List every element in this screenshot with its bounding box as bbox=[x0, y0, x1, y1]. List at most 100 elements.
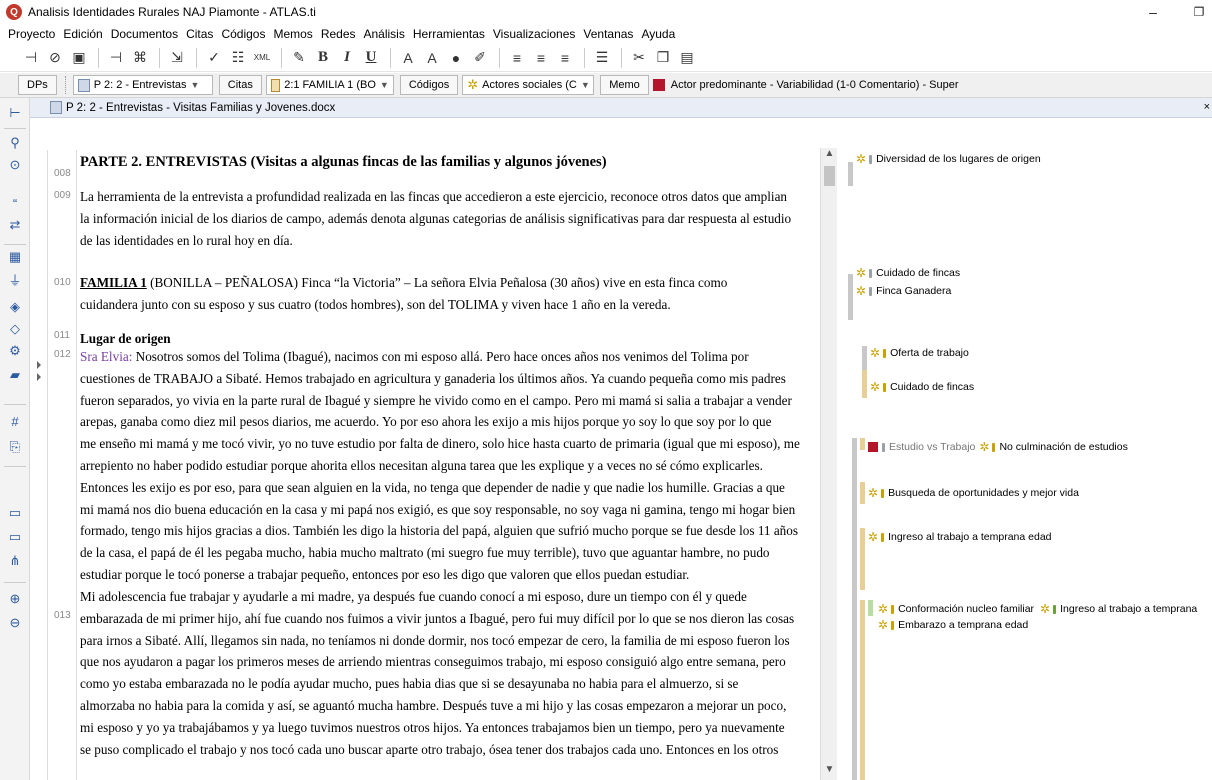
codigos-button[interactable]: Códigos bbox=[399, 75, 459, 95]
code-label[interactable]: ✲ Oferta de trabajo bbox=[870, 346, 969, 360]
color-icon[interactable]: ● bbox=[445, 47, 467, 69]
menu-memos[interactable]: Memos bbox=[269, 27, 316, 41]
counter-icon[interactable]: # bbox=[6, 412, 24, 430]
xml-icon[interactable]: XML bbox=[251, 47, 273, 69]
binoculars-icon[interactable]: ⌘ bbox=[129, 47, 151, 69]
code-color-bar bbox=[891, 604, 895, 614]
paragraph-number: 013 bbox=[54, 610, 71, 621]
italic-button[interactable]: I bbox=[336, 47, 358, 69]
menu-edicion[interactable]: Edición bbox=[59, 27, 106, 41]
quote-bracket[interactable] bbox=[860, 482, 865, 504]
open-icon[interactable]: ⊘ bbox=[44, 47, 66, 69]
report-icon[interactable]: ☷ bbox=[227, 47, 249, 69]
text-line: estudiar porque le tocó ponerse a trabaj… bbox=[80, 566, 690, 582]
pen-icon[interactable]: ✎ bbox=[288, 47, 310, 69]
close-icon[interactable]: × bbox=[1204, 101, 1210, 113]
navigator-bar: DPs P 2: 2 - Entrevistas ▼ Citas 2:1 FAM… bbox=[0, 73, 1212, 98]
network-icon[interactable]: ⋔ bbox=[6, 552, 24, 570]
dps-button[interactable]: DPs bbox=[18, 75, 57, 95]
filter-icon[interactable]: ⏚ bbox=[6, 270, 24, 288]
cut-icon[interactable]: ✂ bbox=[628, 47, 650, 69]
quote-bracket[interactable] bbox=[852, 600, 857, 780]
gear-icon[interactable]: ⚙ bbox=[6, 342, 24, 360]
align-right-icon[interactable]: ≡ bbox=[554, 47, 576, 69]
new-document-icon[interactable]: ⊣ bbox=[20, 47, 42, 69]
menu-documentos[interactable]: Documentos bbox=[107, 27, 182, 41]
menu-redes[interactable]: Redes bbox=[317, 27, 360, 41]
menu-proyecto[interactable]: Proyecto bbox=[4, 27, 59, 41]
code-list-icon[interactable]: ▦ bbox=[6, 248, 24, 266]
vertical-scrollbar[interactable]: ▲ ▼ bbox=[820, 148, 837, 780]
menu-ayuda[interactable]: Ayuda bbox=[637, 27, 679, 41]
code-label[interactable]: Estudio vs Trabajo ✲ No culminación de e… bbox=[868, 440, 1128, 454]
scroll-up-arrow-icon[interactable]: ▲ bbox=[821, 148, 838, 164]
highlight-icon[interactable]: ✐ bbox=[469, 47, 491, 69]
menu-codigos[interactable]: Códigos bbox=[217, 27, 269, 41]
code-label[interactable]: ✲ Cuidado de fincas bbox=[870, 380, 974, 394]
code-label[interactable]: ✲ Busqueda de oportunidades y mejor vida bbox=[868, 486, 1079, 500]
save-icon[interactable]: ▣ bbox=[68, 47, 90, 69]
quote-bracket[interactable] bbox=[848, 162, 853, 186]
quote-bracket[interactable] bbox=[848, 274, 853, 320]
document-text-area[interactable]: PARTE 2. ENTREVISTAS (Visitas a algunas … bbox=[80, 148, 820, 780]
swap-icon[interactable]: ⇄ bbox=[6, 216, 24, 234]
assign-icon[interactable]: ⊣ bbox=[105, 47, 127, 69]
menu-visualizaciones[interactable]: Visualizaciones bbox=[489, 27, 580, 41]
code-label[interactable]: ✲ Diversidad de los lugares de origen bbox=[856, 152, 1041, 166]
export-icon[interactable]: ⇲ bbox=[166, 47, 188, 69]
memo-button[interactable]: Memo bbox=[600, 75, 649, 95]
paste-icon[interactable]: ▤ bbox=[676, 47, 698, 69]
code-label[interactable]: ✲ Embarazo a temprana edad bbox=[878, 618, 1028, 632]
code-combo-value: Actores sociales (C bbox=[482, 79, 577, 91]
link-icon[interactable]: ◇ bbox=[6, 320, 24, 338]
window-icon[interactable]: ▭ bbox=[6, 504, 24, 522]
quote-bracket[interactable] bbox=[868, 600, 873, 616]
quote-bracket[interactable] bbox=[860, 528, 865, 590]
code-label[interactable]: ✲ Finca Ganadera bbox=[856, 284, 951, 298]
align-left-icon[interactable]: ≡ bbox=[506, 47, 528, 69]
bold-button[interactable]: B bbox=[312, 47, 334, 69]
code-label[interactable]: ✲ Conformación nucleo familiar ✲ Ingreso… bbox=[878, 602, 1197, 616]
scroll-thumb[interactable] bbox=[824, 166, 835, 186]
font-size-small-icon[interactable]: A bbox=[421, 47, 443, 69]
tag-icon[interactable]: ◈ bbox=[6, 298, 24, 316]
copy-icon[interactable]: ❐ bbox=[652, 47, 674, 69]
toolbar-separator bbox=[390, 47, 391, 68]
underline-button[interactable]: U bbox=[360, 47, 382, 69]
memo-tool-icon[interactable]: ▰ bbox=[6, 366, 24, 384]
quote-icon bbox=[270, 78, 281, 92]
quote-bracket[interactable] bbox=[860, 600, 865, 780]
list-icon[interactable]: ☰ bbox=[591, 47, 613, 69]
navigate-icon[interactable]: ⊢ bbox=[6, 104, 24, 122]
citas-button[interactable]: Citas bbox=[218, 75, 262, 95]
quote-bracket[interactable] bbox=[852, 438, 857, 606]
code-combo[interactable]: ✲ Actores sociales (C ▼ bbox=[462, 75, 595, 95]
quote-mark-icon[interactable]: “ bbox=[6, 194, 24, 212]
memo-combo-value[interactable]: Actor predominante - Variabilidad (1-0 C… bbox=[671, 79, 959, 91]
menu-analisis[interactable]: Análisis bbox=[360, 27, 409, 41]
spellcheck-icon[interactable]: ✓ bbox=[203, 47, 225, 69]
document-combo[interactable]: P 2: 2 - Entrevistas ▼ bbox=[72, 75, 213, 95]
zoom-in-icon[interactable]: ⊕ bbox=[6, 590, 24, 608]
toolbar-separator bbox=[4, 128, 26, 129]
code-label[interactable]: ✲ Ingreso al trabajo a temprana edad bbox=[868, 530, 1052, 544]
scroll-down-arrow-icon[interactable]: ▼ bbox=[821, 764, 838, 780]
window-split-icon[interactable]: ▭ bbox=[6, 528, 24, 546]
align-center-icon[interactable]: ≡ bbox=[530, 47, 552, 69]
font-size-icon[interactable]: A bbox=[397, 47, 419, 69]
window-title: Analisis Identidades Rurales NAJ Piamont… bbox=[28, 5, 316, 19]
quote-bracket[interactable] bbox=[860, 438, 865, 450]
code-label[interactable]: ✲ Cuidado de fincas bbox=[856, 266, 960, 280]
search-icon[interactable]: ⚲ bbox=[6, 134, 24, 152]
menu-citas[interactable]: Citas bbox=[182, 27, 217, 41]
menu-ventanas[interactable]: Ventanas bbox=[579, 27, 637, 41]
quote-combo[interactable]: 2:1 FAMILIA 1 (BO ▼ bbox=[265, 75, 394, 95]
menu-herramientas[interactable]: Herramientas bbox=[409, 27, 489, 41]
maximize-button[interactable]: ❐ bbox=[1176, 0, 1212, 24]
export-doc-icon[interactable]: ⎘ bbox=[6, 438, 24, 456]
zoom-out-icon[interactable]: ⊖ bbox=[6, 614, 24, 632]
quote-bracket[interactable] bbox=[862, 346, 867, 370]
comment-icon[interactable]: ⊙ bbox=[6, 156, 24, 174]
quote-bracket[interactable] bbox=[862, 370, 867, 398]
minimize-button[interactable]: – bbox=[1130, 0, 1176, 24]
